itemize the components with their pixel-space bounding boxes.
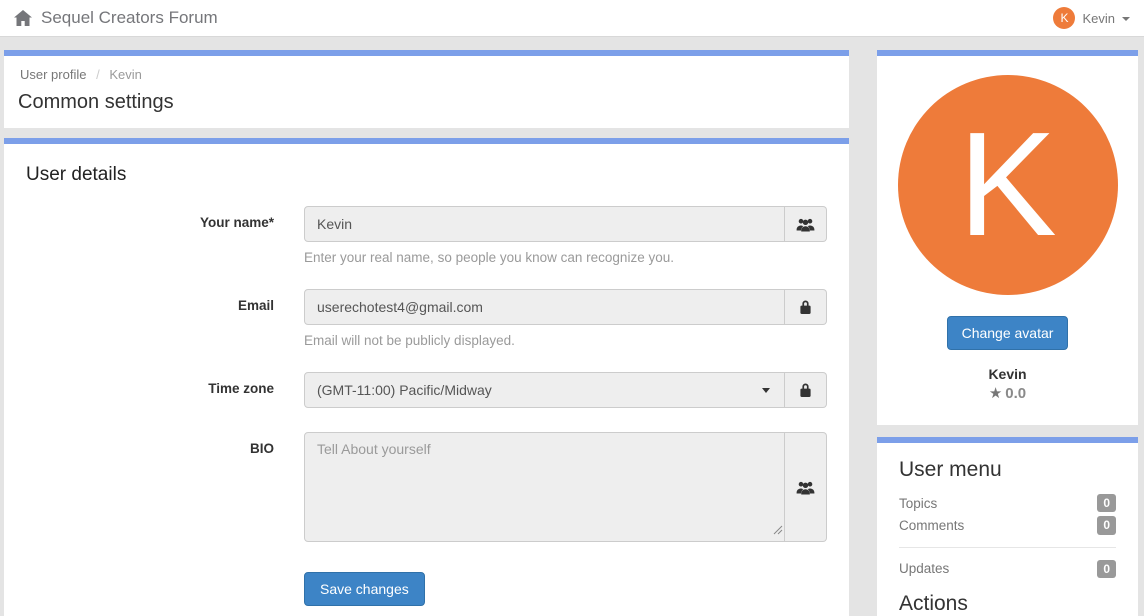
email-input[interactable] <box>304 289 785 325</box>
menu-item-updates[interactable]: Updates 0 <box>899 558 1116 580</box>
count-badge: 0 <box>1097 559 1116 579</box>
save-changes-button[interactable]: Save changes <box>304 572 425 606</box>
chevron-down-icon <box>1122 17 1130 21</box>
avatar: K <box>897 75 1118 295</box>
name-label: Your name* <box>199 215 274 230</box>
change-avatar-button[interactable]: Change avatar <box>946 316 1069 350</box>
rating-value: 0.0 <box>1005 385 1027 402</box>
menu-item-comments[interactable]: Comments 0 <box>899 514 1116 536</box>
timezone-label: Time zone <box>208 381 274 396</box>
user-details-panel: User details Your name* Kevin Enter your… <box>4 138 849 616</box>
page-title: Common settings <box>18 91 174 113</box>
top-navbar: Sequel Creators Forum K Kevin <box>0 0 1144 37</box>
menu-item-topics[interactable]: Topics 0 <box>899 492 1116 514</box>
email-help-text: Email will not be publicly displayed. <box>304 333 515 348</box>
name-input[interactable] <box>304 206 785 242</box>
navbar-avatar: K <box>1053 7 1076 29</box>
timezone-selected-value: (GMT-11:00) Pacific/Midway <box>317 382 492 398</box>
menu-item-label: Topics <box>899 495 938 511</box>
menu-item-label: Updates <box>899 561 950 577</box>
bio-textarea[interactable] <box>304 432 785 542</box>
brand-title: Sequel Creators Forum <box>41 8 218 27</box>
email-label: Email <box>237 298 274 313</box>
lock-icon <box>785 289 827 325</box>
main-column: User profile / Kevin Common settings Use… <box>4 50 849 616</box>
avatar-panel: K Change avatar Kevin ★ 0.0 <box>877 50 1138 425</box>
actions-title: Actions <box>899 592 968 616</box>
name-field-row: Your name* Kevin Enter your real name, s… <box>26 206 827 265</box>
navbar-user-dropdown[interactable]: K Kevin <box>1053 7 1130 29</box>
user-menu-panel: User menu Topics 0 Comments 0 Updates 0 <box>877 437 1138 616</box>
chevron-down-icon <box>762 387 770 393</box>
menu-divider <box>899 546 1116 548</box>
name-help-text: Enter your real name, so people you know… <box>304 250 674 265</box>
count-badge: 0 <box>1097 516 1116 535</box>
brand-home-link[interactable]: Sequel Creators Forum <box>14 8 218 28</box>
section-title: User details <box>26 164 127 185</box>
lock-icon <box>785 372 827 408</box>
star-icon: ★ <box>988 385 1003 402</box>
breadcrumb-current: Kevin <box>109 67 142 82</box>
breadcrumb-user-profile[interactable]: User profile <box>20 67 86 82</box>
users-icon <box>785 206 827 242</box>
user-menu-list: Topics 0 Comments 0 Updates 0 <box>899 492 1116 580</box>
navbar-username: Kevin <box>1082 10 1115 26</box>
timezone-select[interactable]: (GMT-11:00) Pacific/Midway <box>304 372 785 408</box>
bio-field-row: BIO <box>26 432 827 542</box>
count-badge: 0 <box>1097 494 1116 513</box>
users-icon <box>785 432 827 542</box>
bio-label: BIO <box>249 441 274 456</box>
menu-item-label: Comments <box>899 518 965 534</box>
email-field-row: Email Email will not be publicly d <box>26 289 827 348</box>
breadcrumb-panel: User profile / Kevin Common settings <box>4 50 849 128</box>
profile-rating: ★ 0.0 <box>895 384 1120 402</box>
home-icon <box>14 10 32 26</box>
profile-username: Kevin <box>988 366 1027 382</box>
timezone-field-row: Time zone (GMT-11:00) Pacific/Midway <box>26 372 827 408</box>
breadcrumb-separator: / <box>96 67 100 82</box>
user-menu-title: User menu <box>899 458 1002 481</box>
side-column: K Change avatar Kevin ★ 0.0 User menu Top… <box>877 50 1138 616</box>
breadcrumb: User profile / Kevin <box>20 67 835 82</box>
